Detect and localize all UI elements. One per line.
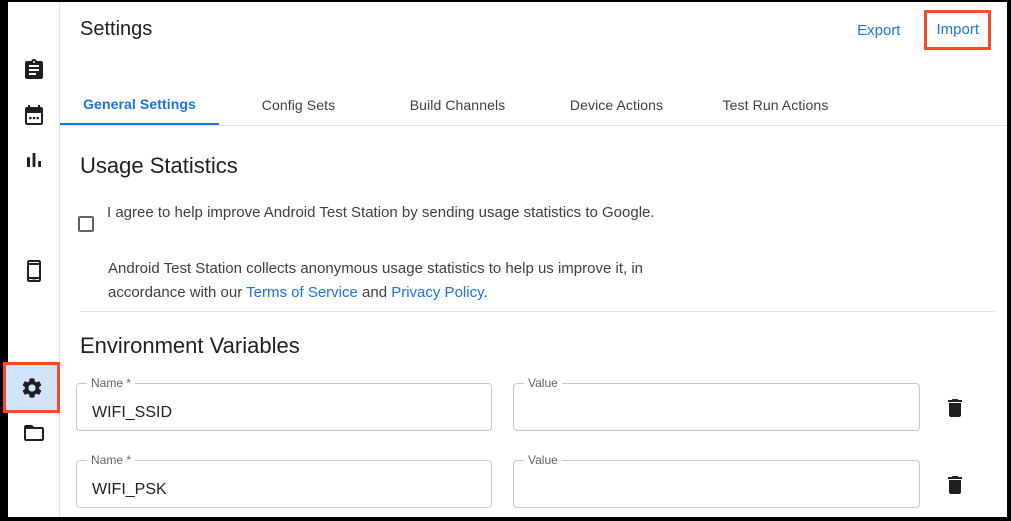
- tab-general-settings[interactable]: General Settings: [60, 85, 219, 125]
- env-value-field: Value: [513, 460, 920, 508]
- sidebar-item-devices[interactable]: [22, 259, 46, 283]
- env-name-label: Name *: [87, 376, 135, 390]
- env-name-field: Name *: [76, 383, 492, 431]
- terms-of-service-link[interactable]: Terms of Service: [246, 284, 358, 301]
- privacy-policy-link[interactable]: Privacy Policy: [391, 284, 483, 301]
- sidebar-item-settings[interactable]: [3, 362, 60, 413]
- usage-description-middle: and: [358, 284, 391, 301]
- settings-icon: [20, 376, 44, 400]
- trash-icon: [943, 396, 967, 420]
- import-highlight-box: Import: [924, 10, 991, 50]
- devices-icon: [22, 259, 46, 283]
- section-divider: [80, 311, 995, 312]
- tab-test-run-actions[interactable]: Test Run Actions: [696, 85, 855, 125]
- test-plans-icon: [22, 103, 46, 127]
- usage-description-suffix: .: [483, 284, 487, 301]
- env-variable-row: Name * Value: [76, 383, 991, 431]
- delete-variable-button[interactable]: [943, 473, 967, 497]
- tests-icon: [22, 58, 46, 82]
- sidebar-item-reports[interactable]: [22, 148, 46, 172]
- sidebar-item-file-browser[interactable]: [22, 421, 46, 445]
- environment-variables-heading: Environment Variables: [80, 333, 300, 359]
- env-name-input[interactable]: [76, 460, 492, 508]
- env-value-field: Value: [513, 383, 920, 431]
- file-browser-icon: [22, 421, 46, 445]
- env-name-field: Name *: [76, 460, 492, 508]
- tab-config-sets[interactable]: Config Sets: [219, 85, 378, 125]
- app-window: Settings Export Import General Settings …: [8, 2, 1007, 517]
- page-title: Settings: [80, 18, 152, 41]
- env-name-label: Name *: [87, 453, 135, 467]
- usage-consent-checkbox[interactable]: [78, 216, 94, 232]
- env-value-input[interactable]: [513, 383, 920, 431]
- usage-description: Android Test Station collects anonymous …: [108, 257, 720, 305]
- header-actions: Export Import: [857, 10, 991, 50]
- main-content: Settings Export Import General Settings …: [60, 2, 1007, 517]
- usage-statistics-heading: Usage Statistics: [80, 153, 238, 179]
- import-button[interactable]: Import: [936, 21, 979, 38]
- delete-variable-button[interactable]: [943, 396, 967, 420]
- sidebar-item-test-plans[interactable]: [22, 103, 46, 127]
- env-value-input[interactable]: [513, 460, 920, 508]
- reports-icon: [22, 148, 46, 172]
- tab-build-channels[interactable]: Build Channels: [378, 85, 537, 125]
- tab-device-actions[interactable]: Device Actions: [537, 85, 696, 125]
- tab-bar: General Settings Config Sets Build Chann…: [60, 85, 1007, 126]
- usage-consent-row: I agree to help improve Android Test Sta…: [78, 201, 655, 232]
- trash-icon: [943, 473, 967, 497]
- env-value-label: Value: [524, 453, 562, 467]
- sidebar: [8, 2, 60, 517]
- env-name-input[interactable]: [76, 383, 492, 431]
- env-variable-row: Name * Value: [76, 460, 991, 508]
- env-value-label: Value: [524, 376, 562, 390]
- sidebar-item-tests[interactable]: [22, 58, 46, 82]
- export-button[interactable]: Export: [857, 22, 900, 39]
- usage-consent-label: I agree to help improve Android Test Sta…: [107, 201, 655, 232]
